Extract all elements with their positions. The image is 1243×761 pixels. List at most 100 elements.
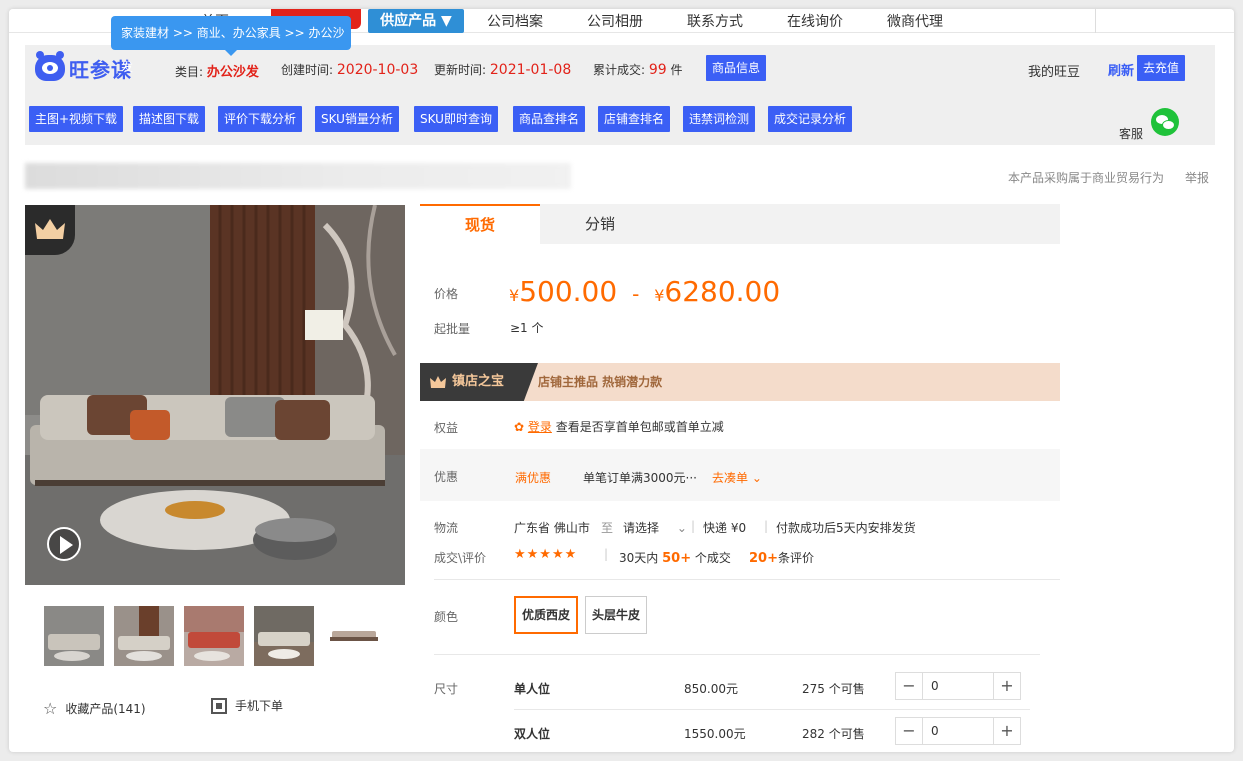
recharge-button[interactable]: 去充值 <box>1137 55 1186 81</box>
login-link[interactable]: 登录 <box>528 420 552 434</box>
price-range: ¥500.00 - ¥6280.00 <box>509 275 781 308</box>
nav-divider <box>1095 9 1096 33</box>
created-meta: 创建时间: 2020-10-03 <box>281 62 419 78</box>
thumbnail-2[interactable] <box>114 606 174 666</box>
promo-text: 单笔订单满3000元··· <box>583 471 697 485</box>
plus-button[interactable]: + <box>994 673 1020 699</box>
nav-company-profile[interactable]: 公司档案 <box>487 11 543 31</box>
ship-from: 广东省 佛山市 <box>514 521 590 535</box>
wechat-icon[interactable] <box>1151 108 1179 136</box>
rights-row: ✿ 登录 查看是否享首单包邮或首单立减 <box>514 418 724 435</box>
treasure-tags: 店铺主推品 热销潜力款 <box>538 375 663 389</box>
tool-product-rank[interactable]: 商品查排名 <box>513 106 586 132</box>
tool-shop-rank[interactable]: 店铺查排名 <box>598 106 671 132</box>
price-label: 价格 <box>434 287 459 301</box>
plugin-toolbar: 旺参谋 类目: 办公沙发 创建时间: 2020-10-03 更新时间: 2021… <box>25 45 1215 145</box>
nav-contact[interactable]: 联系方式 <box>687 11 743 31</box>
favorite-button[interactable]: ☆ 收藏产品(141) <box>43 699 146 718</box>
logo-icon <box>35 51 65 81</box>
rights-text: 查看是否享首单包邮或首单立减 <box>555 420 724 434</box>
tab-distribution[interactable]: 分销 <box>540 204 660 244</box>
review-count[interactable]: 20+条评价 <box>749 549 814 566</box>
trade-notice: 本产品采购属于商业贸易行为 <box>1008 171 1165 185</box>
category-meta: 类目: 办公沙发 <box>175 65 259 80</box>
promo-label: 优惠 <box>434 470 459 484</box>
ship-to-select[interactable]: 请选择 ⌄ <box>623 519 687 536</box>
divider: | <box>764 519 769 533</box>
thumbnail-5[interactable] <box>324 606 384 666</box>
tool-desc-image-download[interactable]: 描述图下载 <box>133 106 206 132</box>
divider: | <box>691 519 696 533</box>
mobile-order-button[interactable]: 手机下单 <box>211 697 283 714</box>
tool-main-video-download[interactable]: 主图+视频下载 <box>29 106 124 132</box>
favorite-label: 收藏产品(141) <box>65 702 146 716</box>
product-info-button[interactable]: 商品信息 <box>706 55 767 81</box>
ship-to-label: 至 <box>601 521 614 535</box>
color-option-selected[interactable]: 优质西皮 <box>514 596 579 634</box>
tool-sku-query[interactable]: SKU即时查询 <box>414 106 498 132</box>
moq-label: 起批量 <box>434 322 471 336</box>
promo-link[interactable]: 去凑单 ⌄ <box>712 469 762 486</box>
coupon-icon: ✿ <box>514 420 525 434</box>
quantity-stepper: − 0 + <box>895 672 1021 700</box>
refresh-link[interactable]: 刷新 <box>1108 60 1134 79</box>
chevron-down-icon: ⌄ <box>676 521 687 535</box>
crown-icon <box>430 376 446 388</box>
thumbnail-4[interactable] <box>254 606 314 666</box>
support-label: 客服 <box>1119 127 1144 141</box>
browser-frame: 首页 供应产品 ▼ 公司档案 公司相册 联系方式 在线询价 微商代理 家装建材 … <box>9 9 1234 752</box>
rating-stars: ★★★★★ <box>514 547 578 562</box>
divider <box>434 654 1040 655</box>
color-option[interactable]: 头层牛皮 <box>585 596 648 634</box>
plus-button[interactable]: + <box>994 718 1020 744</box>
play-video-icon[interactable] <box>47 527 81 561</box>
minus-button[interactable]: − <box>896 673 922 699</box>
wangdou-label: 我的旺豆 <box>1028 65 1081 80</box>
tool-deal-records[interactable]: 成交记录分析 <box>768 106 853 132</box>
tool-review-analysis[interactable]: 评价下载分析 <box>218 106 303 132</box>
nav-supply-dropdown[interactable]: 供应产品 ▼ <box>368 9 464 33</box>
logistics-label: 物流 <box>434 521 459 535</box>
divider: | <box>604 547 609 561</box>
qr-code-icon <box>211 697 227 714</box>
star-outline-icon: ☆ <box>43 699 58 718</box>
blurred-breadcrumb <box>25 163 571 189</box>
nav-agent[interactable]: 微商代理 <box>887 11 943 31</box>
mobile-order-label: 手机下单 <box>235 699 284 713</box>
tool-banned-words[interactable]: 违禁词检测 <box>683 106 756 132</box>
report-link[interactable]: 举报 <box>1185 169 1209 186</box>
color-label: 颜色 <box>434 610 459 624</box>
express-fee: 快递 ¥0 <box>703 521 747 535</box>
size-price: 1550.00元 <box>684 727 746 741</box>
quantity-stepper: − 0 + <box>895 717 1021 745</box>
offer-tabs: 现货 分销 <box>420 204 1060 244</box>
size-stock: 275 个可售 <box>802 682 865 696</box>
rights-label: 权益 <box>434 421 459 435</box>
tab-spot[interactable]: 现货 <box>420 204 540 244</box>
treasure-banner: 镇店之宝 店铺主推品 热销潜力款 <box>420 363 1060 401</box>
quantity-input[interactable]: 0 <box>922 673 994 699</box>
tool-sku-sales[interactable]: SKU销量分析 <box>315 106 399 132</box>
deals-30d: 30天内 50+ 个成交 <box>619 551 731 566</box>
divider <box>514 709 1030 710</box>
size-label: 尺寸 <box>434 682 459 696</box>
thumbnail-3[interactable] <box>184 606 244 666</box>
sales-meta: 累计成交: 99 件 <box>593 62 683 78</box>
nav-inquiry[interactable]: 在线询价 <box>787 11 843 31</box>
nav-company-album[interactable]: 公司相册 <box>587 11 643 31</box>
quantity-input[interactable]: 0 <box>922 718 994 744</box>
size-name: 双人位 <box>514 727 551 741</box>
minus-button[interactable]: − <box>896 718 922 744</box>
size-name: 单人位 <box>514 682 551 696</box>
thumbnail-1[interactable] <box>44 606 104 666</box>
plugin-logo[interactable]: 旺参谋 <box>35 51 132 82</box>
moq-value: ≥1 个 <box>510 321 544 335</box>
ship-time: 付款成功后5天内安排发货 <box>776 521 916 535</box>
crown-badge-icon <box>25 205 75 255</box>
deals-label: 成交\评价 <box>434 551 487 565</box>
main-product-image[interactable] <box>25 205 405 585</box>
promo-tag: 满优惠 <box>515 471 552 485</box>
size-stock: 282 个可售 <box>802 727 865 741</box>
updated-meta: 更新时间: 2021-01-08 <box>434 62 572 78</box>
category-tooltip: 家装建材 >> 商业、办公家具 >> 办公沙发 <box>111 16 351 74</box>
